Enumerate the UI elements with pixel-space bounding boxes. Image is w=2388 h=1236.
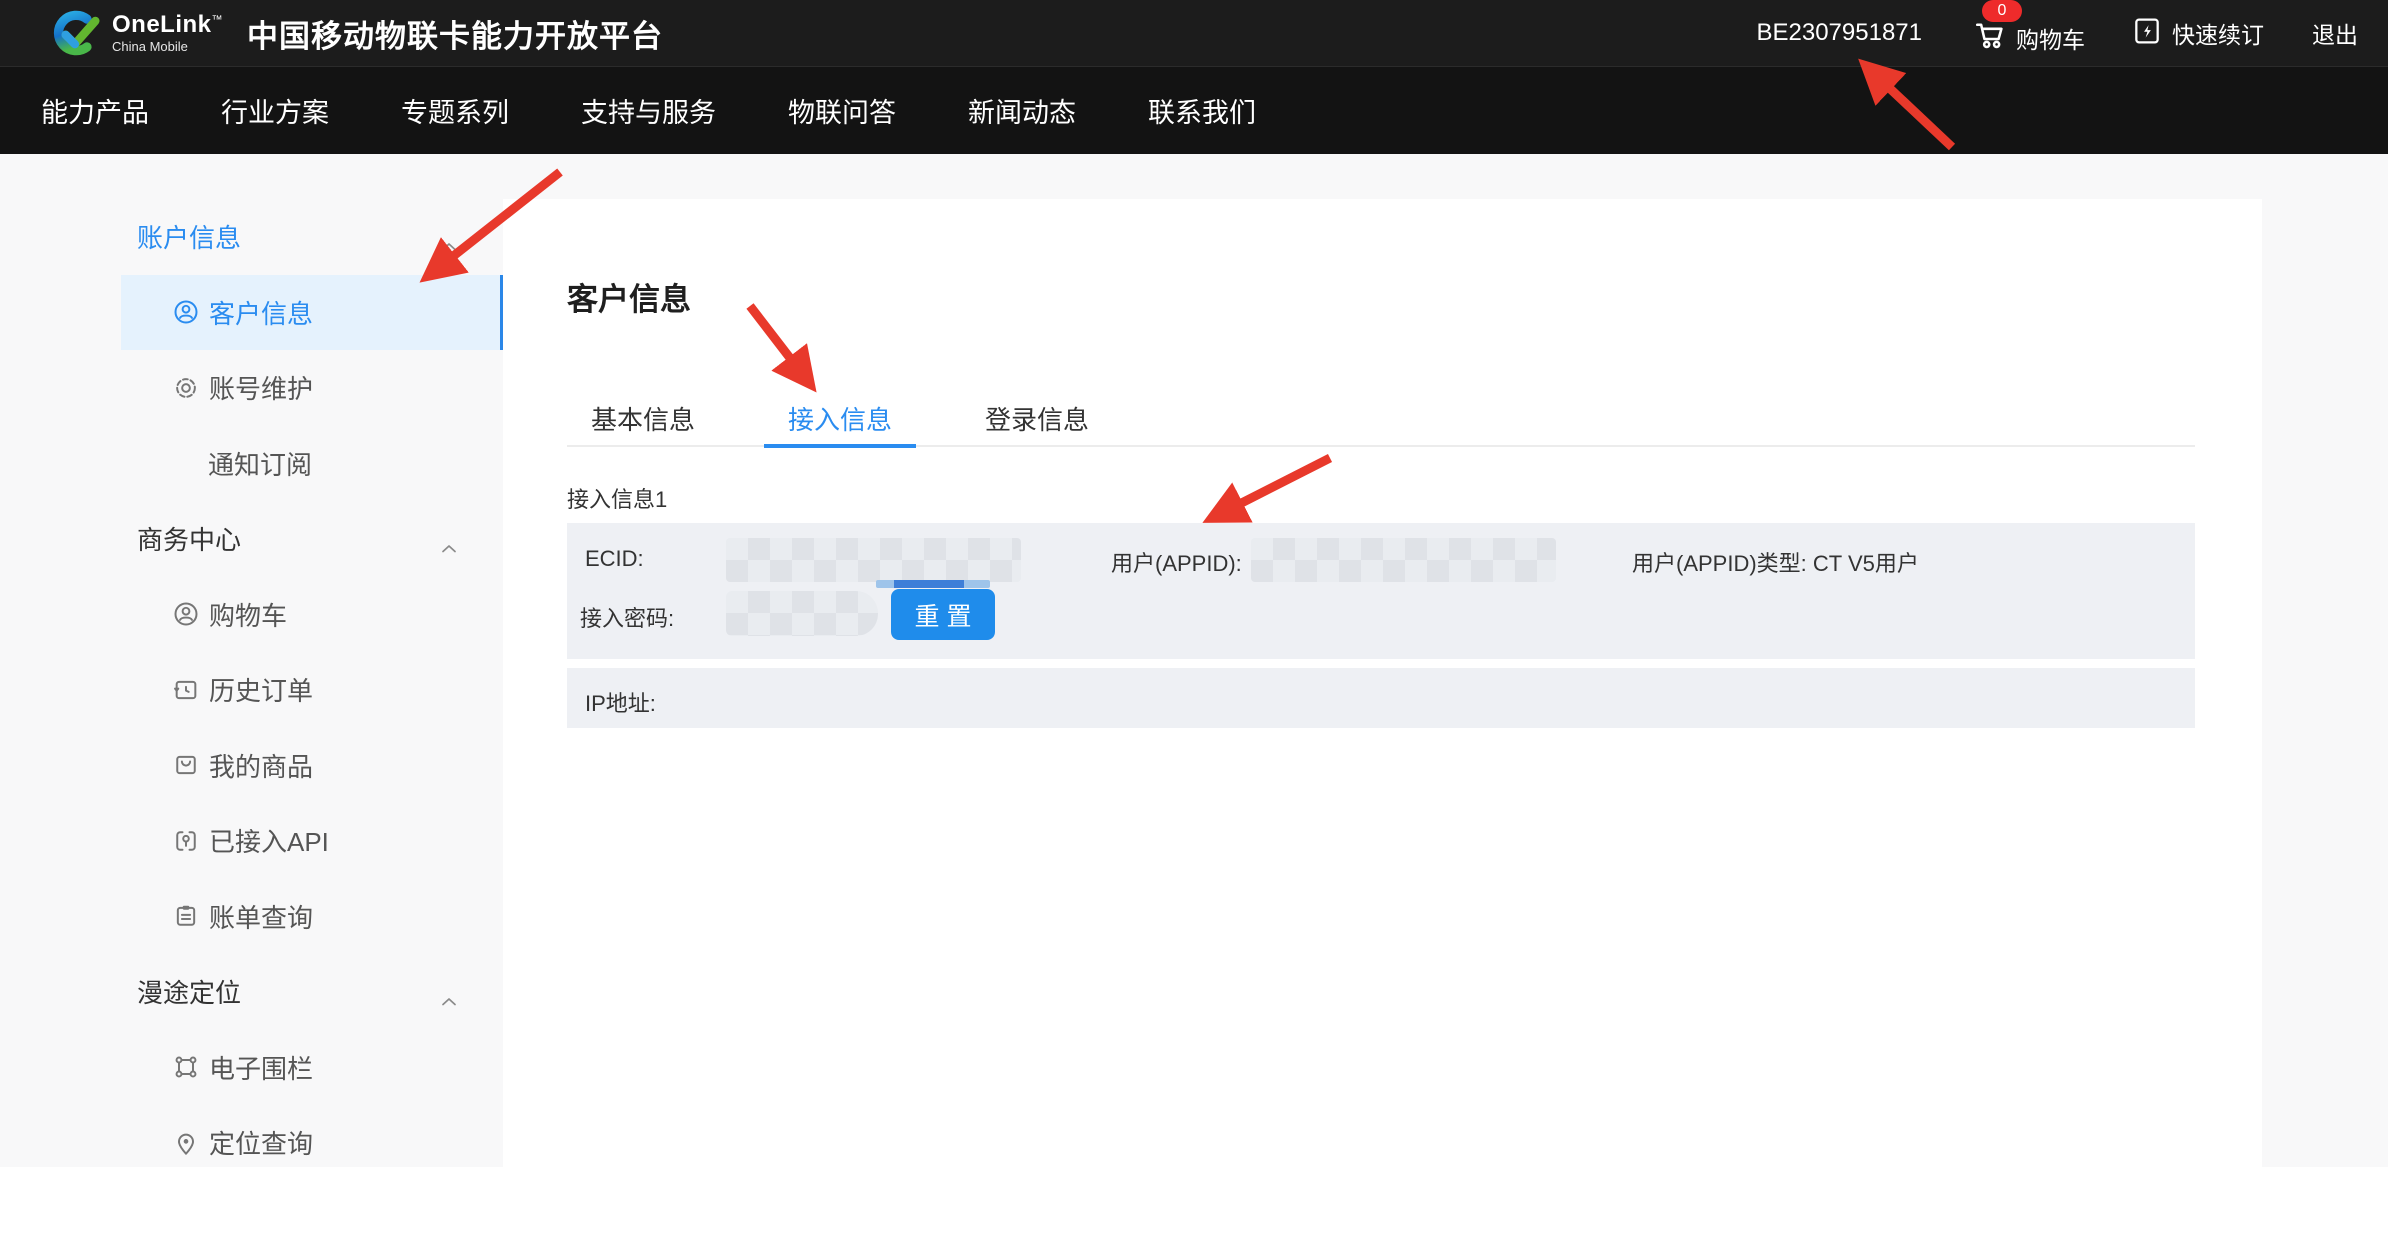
appid-value-redacted <box>1251 538 1556 582</box>
sidebar-item-geofence[interactable]: 电子围栏 <box>121 1030 503 1106</box>
appid-type-label: 用户(APPID)类型: <box>1632 551 1807 576</box>
sidebar-item-label: 已接入API <box>209 822 329 859</box>
reset-password-button[interactable]: 重 置 <box>891 589 995 640</box>
tab-login-info[interactable]: 登录信息 <box>961 395 1113 445</box>
sidebar-item-location-query[interactable]: 定位查询 <box>121 1105 503 1167</box>
main-nav: 能力产品 行业方案 专题系列 支持与服务 物联问答 新闻动态 联系我们 <box>0 66 2388 154</box>
logo-subtitle: China Mobile <box>112 40 223 53</box>
sidebar-group-label: 漫途定位 <box>137 973 241 1010</box>
topbar-cart[interactable]: 0 购物车 <box>1972 8 2085 59</box>
sidebar: 账户信息客户信息账号维护通知订阅商务中心购物车历史订单我的商品已接入API 账单查… <box>0 154 503 1167</box>
sidebar-item-label: 账号维护 <box>209 369 313 406</box>
sidebar-group-mantu-location[interactable]: 漫途定位 <box>121 954 503 1030</box>
nav-item-special-series[interactable]: 专题系列 <box>401 91 509 130</box>
nav-item-capability-products[interactable]: 能力产品 <box>41 91 149 130</box>
quick-renew-label: 快速续订 <box>2172 16 2264 50</box>
sidebar-group-account-info[interactable]: 账户信息 <box>121 199 503 275</box>
appid-type-value: CT V5用户 <box>1813 551 1919 576</box>
app-root: OneLink™ China Mobile 中国移动物联卡能力开放平台 BE23… <box>0 0 2388 1236</box>
access-info-section-label: 接入信息1 <box>567 482 667 514</box>
nav-item-news[interactable]: 新闻动态 <box>968 91 1076 130</box>
sidebar-item-account-maintenance[interactable]: 账号维护 <box>121 350 503 426</box>
sidebar-item-label: 我的商品 <box>209 747 313 784</box>
ecid-value-redacted <box>726 538 1021 582</box>
access-password-redacted <box>726 591 878 636</box>
logo-trademark: ™ <box>212 14 224 26</box>
location-icon <box>172 1129 200 1157</box>
topbar: OneLink™ China Mobile 中国移动物联卡能力开放平台 BE23… <box>0 0 2388 66</box>
sidebar-item-my-goods[interactable]: 我的商品 <box>121 728 503 804</box>
appid-type: 用户(APPID)类型: CT V5用户 <box>1632 546 1919 578</box>
user-circle-icon <box>172 600 200 628</box>
history-icon <box>172 676 200 704</box>
account-id: BE2307951871 <box>1757 19 1923 47</box>
sidebar-item-customer-info[interactable]: 客户信息 <box>121 275 503 351</box>
sidebar-item-shopping-cart[interactable]: 购物车 <box>121 577 503 653</box>
ip-address-label: IP地址: <box>585 686 656 718</box>
gear-icon <box>172 374 200 402</box>
appid-label: 用户(APPID): <box>1111 546 1242 578</box>
sidebar-item-notification-subscribe[interactable]: 通知订阅 <box>121 426 503 502</box>
topbar-right: BE2307951871 0 购物车 快速续订 <box>1757 8 2359 59</box>
onelink-logo-icon <box>46 7 102 59</box>
logo-text: OneLink™ China Mobile <box>112 13 223 53</box>
quick-renew-icon <box>2131 15 2172 52</box>
tab-bar: 基本信息接入信息登录信息 <box>567 395 2195 447</box>
sidebar-item-label: 电子围栏 <box>209 1049 313 1086</box>
sidebar-item-label: 定位查询 <box>209 1124 313 1161</box>
bill-icon <box>172 902 200 930</box>
goods-icon <box>172 751 200 779</box>
ip-address-panel: IP地址: <box>567 668 2195 728</box>
cart-label: 购物车 <box>2016 21 2085 55</box>
sidebar-item-label: 通知订阅 <box>208 445 312 482</box>
platform-title: 中国移动物联卡能力开放平台 <box>247 11 663 56</box>
sidebar-item-label: 客户信息 <box>209 294 313 331</box>
sidebar-item-label: 账单查询 <box>209 898 313 935</box>
nav-item-iot-qa[interactable]: 物联问答 <box>788 91 896 130</box>
chevron-up-icon <box>439 985 459 999</box>
redacted-link-underline <box>876 580 990 588</box>
chevron-up-icon <box>439 230 459 244</box>
sidebar-item-bill-query[interactable]: 账单查询 <box>121 879 503 955</box>
cart-count-badge: 0 <box>1982 0 2022 22</box>
access-password-label: 接入密码: <box>580 601 674 633</box>
chevron-up-icon <box>439 532 459 546</box>
nav-item-support-services[interactable]: 支持与服务 <box>581 91 716 130</box>
quick-renew-button[interactable]: 快速续订 <box>2131 15 2264 52</box>
sidebar-item-label: 历史订单 <box>209 671 313 708</box>
sidebar-item-label: 购物车 <box>209 596 287 633</box>
logout-button[interactable]: 退出 <box>2312 16 2358 50</box>
sidebar-item-connected-api[interactable]: 已接入API <box>121 803 503 879</box>
sidebar-item-order-history[interactable]: 历史订单 <box>121 652 503 728</box>
nav-item-contact-us[interactable]: 联系我们 <box>1148 91 1256 130</box>
ecid-label: ECID: <box>585 546 644 572</box>
main-card: 客户信息 基本信息接入信息登录信息 接入信息1 ECID: 用户(APPID):… <box>503 199 2262 1236</box>
page-title: 客户信息 <box>567 274 691 319</box>
api-icon <box>172 827 200 855</box>
fence-icon <box>172 1053 200 1081</box>
user-circle-icon <box>172 298 200 326</box>
tab-access-info[interactable]: 接入信息 <box>764 395 916 445</box>
sidebar-group-label: 账户信息 <box>137 218 241 255</box>
sidebar-group-label: 商务中心 <box>137 520 241 557</box>
nav-item-industry-solutions[interactable]: 行业方案 <box>221 91 329 130</box>
sidebar-group-business-center[interactable]: 商务中心 <box>121 501 503 577</box>
tab-basic-info[interactable]: 基本信息 <box>567 395 719 445</box>
access-info-panel: ECID: 用户(APPID): 用户(APPID)类型: CT V5用户 接入… <box>567 523 2195 659</box>
logo-brand: OneLink <box>112 11 212 38</box>
cart-icon <box>1972 18 2008 59</box>
